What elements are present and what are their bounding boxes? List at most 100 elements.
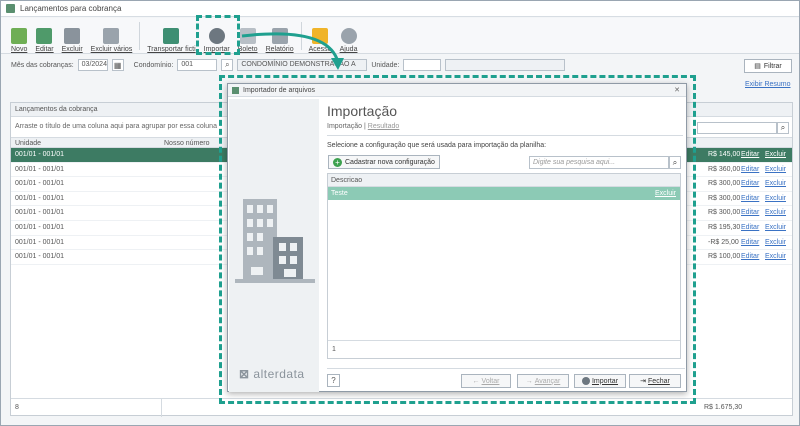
row-excluir-link[interactable]: Excluir xyxy=(765,166,786,173)
toolbar-label: Transportar ficti xyxy=(147,46,196,53)
config-row-excluir-link[interactable]: Excluir xyxy=(655,190,676,197)
row-editar-link[interactable]: Editar xyxy=(741,239,759,246)
row-unidade: 001/01 - 001/01 xyxy=(15,223,65,231)
toolbar-excluir-button[interactable]: Excluir xyxy=(58,19,87,53)
row-editar-link[interactable]: Editar xyxy=(741,224,759,231)
row-unidade: 001/01 - 001/01 xyxy=(15,180,65,188)
fechar-button[interactable]: ⇥ Fechar xyxy=(629,374,681,388)
arrow-left-icon: ← xyxy=(472,377,480,385)
footer-divider xyxy=(161,399,162,417)
calendar-icon[interactable]: ▦ xyxy=(111,59,124,71)
dialog-search-input[interactable]: Digite sua pesquisa aqui... xyxy=(529,156,669,169)
dialog-button-bar: ? ← Voltar → Avançar Importar ⇥ Fechar xyxy=(327,368,685,392)
config-row-descricao: Teste xyxy=(331,190,348,197)
footer-count: 8 xyxy=(15,404,19,411)
row-excluir-link[interactable]: Excluir xyxy=(765,239,786,246)
window-titlebar: Lançamentos para cobrança xyxy=(1,1,799,17)
dialog-app-icon xyxy=(232,86,239,94)
row-valor: R$ 300,00 xyxy=(708,209,741,217)
crumb-importacao: Importação xyxy=(327,123,363,130)
row-editar-link[interactable]: Editar xyxy=(741,180,759,187)
filtrar-button[interactable]: ▤ Filtrar xyxy=(744,59,792,73)
config-col-descricao[interactable]: Descricao xyxy=(328,174,680,187)
instruction-text: Selecione a configuração que será usada … xyxy=(327,142,547,149)
avancar-button[interactable]: → Avançar xyxy=(517,374,569,388)
importador-dialog: Importador de arquivos ✕ ⊠ alterdata Imp… xyxy=(227,83,687,392)
toolbar: Novo Editar Excluir Excluir vários Transport… xyxy=(1,18,799,54)
help-button[interactable]: ? xyxy=(327,374,340,387)
condominio-search-icon[interactable]: ⌕ xyxy=(221,59,234,71)
building-icon xyxy=(235,199,315,283)
row-unidade: 001/01 - 001/01 xyxy=(15,151,65,158)
edit-icon xyxy=(36,28,53,44)
config-grid-footer: 1 xyxy=(328,340,680,358)
row-excluir-link[interactable]: Excluir xyxy=(765,224,786,231)
mes-label: Mês das cobranças: xyxy=(11,61,74,69)
row-editar-link[interactable]: Editar xyxy=(741,151,759,158)
trash-icon xyxy=(64,28,81,44)
add-icon: + xyxy=(333,157,342,167)
logo-mark-icon: ⊠ xyxy=(239,367,250,381)
grid-search-icon[interactable]: ⌕ xyxy=(777,122,789,134)
config-grid: Descricao Teste Excluir 1 xyxy=(327,173,681,359)
unidade-name-field xyxy=(445,59,566,71)
row-valor: R$ 360,00 xyxy=(708,165,741,173)
cadastrar-configuracao-button[interactable]: + Cadastrar nova configuração xyxy=(328,155,440,169)
exibir-resumo-link[interactable]: Exibir Resumo xyxy=(745,81,791,88)
row-unidade: 001/01 - 001/01 xyxy=(15,238,65,246)
arrow-right-icon: → xyxy=(525,377,533,385)
row-editar-link[interactable]: Editar xyxy=(741,195,759,202)
dialog-side-panel: ⊠ alterdata xyxy=(229,99,319,392)
config-row[interactable]: Teste Excluir xyxy=(328,187,680,200)
toolbar-label: Novo xyxy=(11,46,28,53)
toolbar-editar-button[interactable]: Editar xyxy=(31,19,57,53)
toolbar-label: Editar xyxy=(35,46,54,53)
dialog-content: Importação Importação | Resultado Seleci… xyxy=(327,99,685,392)
heading-divider xyxy=(327,135,683,136)
row-unidade: 001/01 - 001/01 xyxy=(15,253,65,261)
row-excluir-link[interactable]: Excluir xyxy=(765,253,786,260)
row-unidade: 001/01 - 001/01 xyxy=(15,209,65,217)
row-excluir-link[interactable]: Excluir xyxy=(765,195,786,202)
toolbar-transportar-ficti-button[interactable]: Transportar ficti xyxy=(143,19,199,53)
app-icon xyxy=(6,4,15,13)
row-editar-link[interactable]: Editar xyxy=(741,166,759,173)
voltar-button[interactable]: ← Voltar xyxy=(461,374,511,388)
toolbar-label: Excluir xyxy=(61,46,83,53)
toolbar-novo-button[interactable]: Novo xyxy=(7,19,31,53)
col-nosso-numero[interactable]: Nosso número xyxy=(164,140,210,147)
col-unidade[interactable]: Unidade xyxy=(15,140,41,147)
cadastrar-label: Cadastrar nova configuração xyxy=(345,158,435,166)
importar-button[interactable]: Importar xyxy=(574,374,626,388)
row-valor: -R$ 25,00 xyxy=(708,238,739,246)
crumb-resultado[interactable]: Resultado xyxy=(368,123,400,130)
row-valor: R$ 300,00 xyxy=(708,194,741,202)
unidade-input[interactable] xyxy=(403,59,442,71)
grid-search-input[interactable] xyxy=(697,122,777,134)
row-valor: R$ 100,00 xyxy=(708,253,741,261)
toolbar-label: Excluir vários xyxy=(90,46,133,53)
row-editar-link[interactable]: Editar xyxy=(741,209,759,216)
dialog-title: Importador de arquivos xyxy=(243,86,315,94)
row-excluir-link[interactable]: Excluir xyxy=(765,151,786,158)
import-icon xyxy=(581,377,590,385)
row-excluir-link[interactable]: Excluir xyxy=(765,180,786,187)
row-editar-link[interactable]: Editar xyxy=(741,253,759,260)
alterdata-logo: ⊠ alterdata xyxy=(239,367,305,381)
window-title: Lançamentos para cobrança xyxy=(20,4,122,13)
mes-input[interactable]: 03/2024 xyxy=(77,59,108,71)
dialog-search-icon[interactable]: ⌕ xyxy=(669,156,681,169)
row-unidade: 001/01 - 001/01 xyxy=(15,165,65,173)
fechar-label: Fechar xyxy=(648,377,670,385)
logo-text: alterdata xyxy=(253,367,305,381)
toolbar-excluir-v-rios-button[interactable]: Excluir vários xyxy=(87,19,137,53)
row-unidade: 001/01 - 001/01 xyxy=(15,194,65,202)
row-valor: R$ 195,30 xyxy=(708,223,741,231)
close-icon[interactable]: ✕ xyxy=(674,86,680,94)
condominio-code-input[interactable]: 001 xyxy=(177,59,218,71)
importar-highlight xyxy=(196,15,240,55)
importar-label: Importar xyxy=(591,377,619,385)
row-excluir-link[interactable]: Excluir xyxy=(765,209,786,216)
filter-icon: ▤ xyxy=(754,63,761,70)
crumb-separator: | xyxy=(363,123,366,130)
